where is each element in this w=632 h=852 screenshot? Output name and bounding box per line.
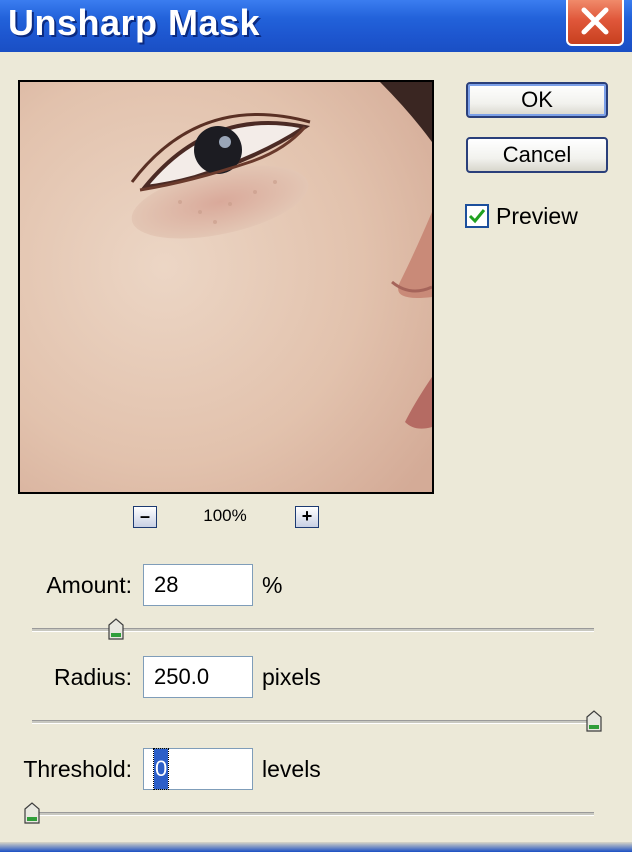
amount-input[interactable] bbox=[143, 564, 253, 606]
threshold-unit: levels bbox=[262, 756, 321, 782]
cancel-button[interactable]: Cancel bbox=[466, 137, 608, 173]
close-x-icon bbox=[581, 7, 609, 35]
amount-unit: % bbox=[262, 572, 283, 598]
preview-checkbox[interactable] bbox=[465, 204, 489, 228]
threshold-input[interactable]: 0 bbox=[143, 748, 253, 790]
zoom-level: 100% bbox=[203, 506, 247, 525]
window-bottom-border bbox=[0, 842, 632, 852]
threshold-value: 0 bbox=[152, 748, 170, 790]
radius-label: Radius: bbox=[54, 664, 132, 690]
preview-label[interactable]: Preview bbox=[496, 203, 578, 230]
radius-input[interactable] bbox=[143, 656, 253, 698]
threshold-slider-track[interactable] bbox=[32, 812, 594, 816]
title-bar[interactable]: Unsharp Mask bbox=[0, 0, 632, 52]
unsharp-mask-dialog: Unsharp Mask – 100% + OK Cancel Preview … bbox=[0, 0, 632, 852]
zoom-in-button[interactable]: + bbox=[295, 506, 319, 528]
window-title: Unsharp Mask bbox=[8, 2, 261, 43]
close-button[interactable] bbox=[566, 0, 624, 46]
threshold-label: Threshold: bbox=[23, 756, 132, 782]
amount-slider-thumb-icon[interactable] bbox=[108, 618, 124, 640]
preview-image[interactable] bbox=[18, 80, 434, 494]
checkmark-icon bbox=[468, 209, 486, 224]
ok-button[interactable]: OK bbox=[466, 82, 608, 118]
amount-label: Amount: bbox=[46, 572, 132, 598]
zoom-out-button[interactable]: – bbox=[133, 506, 157, 528]
radius-unit: pixels bbox=[262, 664, 321, 690]
preview-photo bbox=[20, 82, 432, 492]
radius-slider-thumb-icon[interactable] bbox=[586, 710, 602, 732]
radius-slider-track[interactable] bbox=[32, 720, 594, 724]
threshold-slider-thumb-icon[interactable] bbox=[24, 802, 40, 824]
